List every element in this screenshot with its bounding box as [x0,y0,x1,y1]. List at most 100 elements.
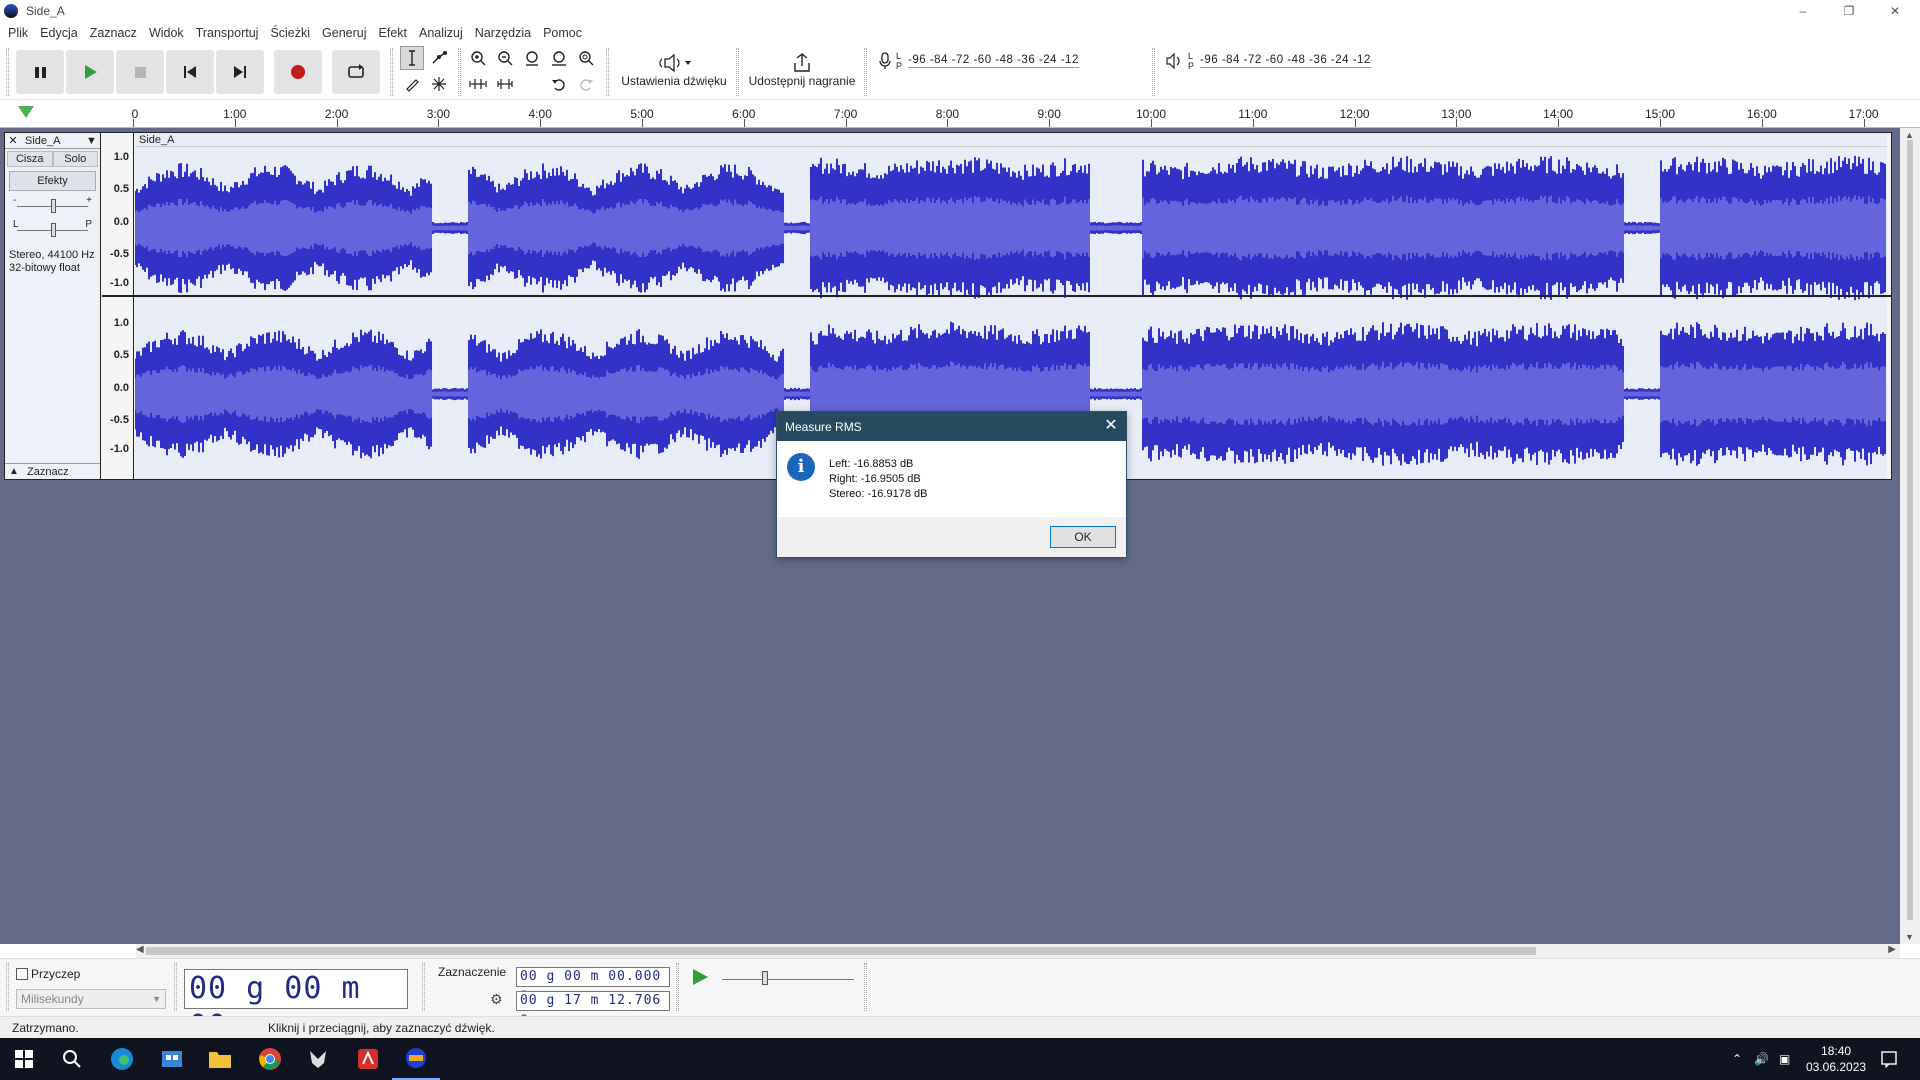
tray-expand-icon[interactable]: ⌃ [1732,1052,1742,1066]
taskbar-app[interactable] [294,1038,342,1080]
clock-time: 18:40 [1821,1044,1852,1058]
menu-plik[interactable]: Plik [2,26,34,40]
selection-start-field[interactable]: 00 g 00 m 00.000 s [516,967,670,1002]
title-bar: Side_A – ❐ ✕ [0,0,1920,22]
gain-thumb[interactable] [51,199,56,213]
trim-outside-button[interactable] [466,72,490,96]
track-name[interactable]: Side_A [21,135,86,147]
taskbar-audacity[interactable] [392,1038,440,1080]
menu-efekt[interactable]: Efekt [373,26,414,40]
notification-button[interactable] [1880,1038,1898,1080]
menu-widok[interactable]: Widok [143,26,190,40]
solo-button[interactable]: Solo [52,151,98,167]
selection-toolbar: Przyczep Milisekundy ▼ 00 g 00 m 00 s Za… [0,958,1920,1044]
search-button[interactable] [48,1038,96,1080]
pause-button[interactable] [16,50,64,94]
track-select-row[interactable]: ▲ Zaznacz [5,463,100,479]
start-button[interactable] [0,1038,48,1080]
toolbar-grip[interactable] [6,48,9,96]
play-at-speed-button[interactable] [690,967,710,990]
taskbar-chrome[interactable] [246,1038,294,1080]
play-button[interactable] [66,50,114,94]
menu-generuj[interactable]: Generuj [316,26,372,40]
toolbar-grip[interactable] [6,963,9,1011]
stop-button[interactable] [116,50,164,94]
zoom-in-button[interactable] [466,46,490,70]
scroll-right-icon[interactable]: ▶ [1888,944,1896,955]
dialog-close-button[interactable]: ✕ [1100,416,1122,436]
close-button[interactable]: ✕ [1872,0,1918,22]
scroll-down-icon[interactable]: ▼ [1905,932,1914,942]
silence-button[interactable] [493,72,517,96]
track-menu-icon[interactable]: ▼ [86,135,100,147]
mute-button[interactable]: Cisza [7,151,53,167]
fit-selection-button[interactable] [520,46,544,70]
menu-sciezki[interactable]: Ścieżki [264,26,316,40]
selection-tool[interactable] [400,46,424,70]
horizontal-scrollbar[interactable]: ◀ ▶ [136,944,1900,958]
clip-title-bar[interactable]: Side_A [135,133,1887,147]
effects-button[interactable]: Efekty [9,171,96,191]
audio-position-display[interactable]: 00 g 00 m 00 s [184,969,408,1044]
vertical-scrollbar[interactable]: ▲ ▼ [1900,128,1920,944]
ok-button[interactable]: OK [1050,526,1116,548]
stop-icon [135,67,146,78]
undo-button[interactable] [547,72,571,96]
taskbar-acrobat[interactable] [344,1038,392,1080]
taskbar-edge[interactable] [98,1038,146,1080]
horizontal-scroll-thumb[interactable] [146,947,1536,955]
record-meter[interactable]: L P -96 -84 -72 -60 -48 -36 -24 -12 [878,48,1079,74]
menu-edycja[interactable]: Edycja [34,26,84,40]
taskbar-clock[interactable]: 18:40 03.06.2023 [1806,1038,1866,1080]
minimize-button[interactable]: – [1780,0,1826,22]
redo-button[interactable] [574,72,598,96]
dialog-title[interactable]: Measure RMS [777,412,1126,441]
play-at-speed-icon [693,969,708,985]
share-audio-button[interactable]: Udostępnij nagranie [744,46,860,98]
scroll-left-icon[interactable]: ◀ [136,944,144,955]
playhead-marker[interactable] [18,106,34,118]
playback-meter[interactable]: L P -96 -84 -72 -60 -48 -36 -24 -12 [1164,48,1371,74]
collapse-icon[interactable]: ▲ [5,466,23,477]
timeline-label: 2:00 [324,107,349,121]
menu-zaznacz[interactable]: Zaznacz [84,26,143,40]
menu-transportuj[interactable]: Transportuj [190,26,265,40]
zoom-toggle-button[interactable] [574,46,598,70]
menu-narzedzia[interactable]: Narzędzia [469,26,537,40]
snap-checkbox[interactable]: Przyczep [16,967,80,981]
timeline-ruler[interactable]: 0 1:00 2:00 3:00 4:00 5:00 6:00 7:00 8:00 9:00 10:… [0,100,1920,128]
channel-divider [102,295,1891,297]
taskbar-store[interactable] [148,1038,196,1080]
audio-setup-button[interactable]: Ustawienia dźwięku [616,46,732,98]
volume-icon[interactable]: 🔊 [1754,1052,1769,1066]
zoom-out-button[interactable] [493,46,517,70]
ruler-label: 0.5 [113,349,129,361]
pan-slider[interactable]: L P [11,219,94,241]
taskbar-explorer[interactable] [196,1038,244,1080]
loop-button[interactable] [332,50,380,94]
gain-slider[interactable]: - + [11,195,94,217]
snap-unit-select[interactable]: Milisekundy ▼ [16,989,166,1009]
track-select-button[interactable]: Zaznacz [23,466,69,478]
track-close-icon[interactable]: ✕ [5,134,21,147]
pan-thumb[interactable] [51,223,56,237]
timeline-label: 10:00 [1135,107,1167,121]
selection-end-field[interactable]: 00 g 17 m 12.706 s [516,991,670,1026]
envelope-tool[interactable] [427,46,451,70]
skip-end-button[interactable] [216,50,264,94]
restore-button[interactable]: ❐ [1826,0,1872,22]
menu-pomoc[interactable]: Pomoc [537,26,588,40]
menu-analizuj[interactable]: Analizuj [413,26,469,40]
skip-start-button[interactable] [166,50,214,94]
record-button[interactable] [274,50,322,94]
network-icon[interactable]: ▣ [1779,1052,1790,1066]
speed-thumb[interactable] [762,971,768,985]
vertical-scroll-thumb[interactable] [1907,140,1913,920]
draw-tool[interactable] [400,72,424,96]
scroll-up-icon[interactable]: ▲ [1905,130,1914,140]
gear-icon[interactable]: ⚙ [490,991,503,1008]
snap-checkbox-box[interactable] [16,968,28,980]
playback-speed-slider[interactable] [720,967,856,987]
fit-project-button[interactable] [547,46,571,70]
multi-tool[interactable] [427,72,451,96]
